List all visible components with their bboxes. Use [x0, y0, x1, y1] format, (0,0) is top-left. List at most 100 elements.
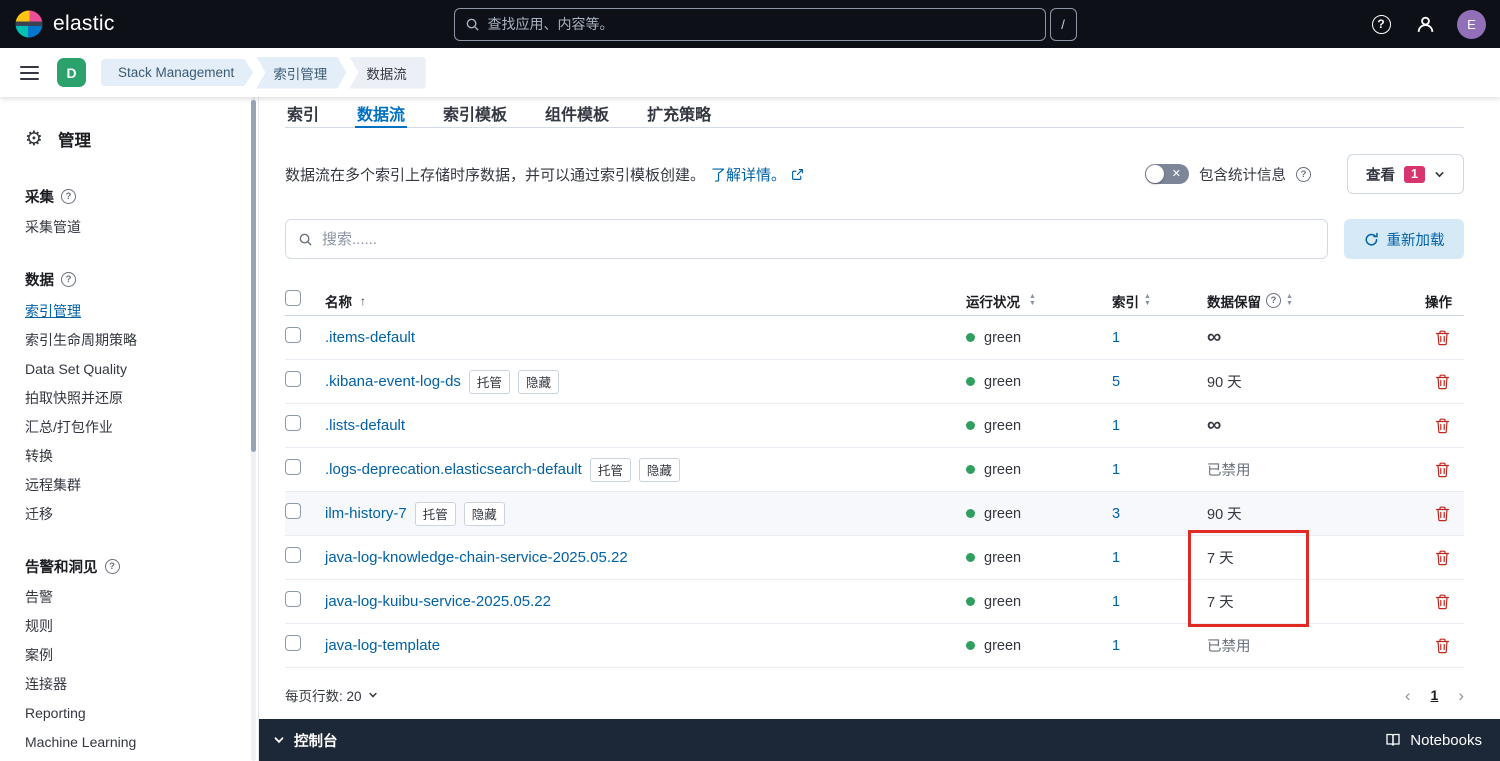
data-stream-link[interactable]: .lists-default	[325, 417, 405, 434]
sidebar-item-transforms[interactable]: 转换	[25, 441, 240, 470]
delete-button[interactable]	[1433, 460, 1452, 480]
global-search[interactable]	[453, 7, 1046, 41]
data-streams-search[interactable]	[285, 219, 1328, 259]
notebooks-button[interactable]: Notebooks	[1385, 732, 1482, 749]
column-header-indices[interactable]: 索引 ▲ ▼	[1104, 291, 1199, 311]
sidebar-item-connectors[interactable]: 连接器	[25, 670, 240, 699]
indices-count-link[interactable]: 1	[1112, 594, 1120, 610]
sidebar-item-index-management[interactable]: 索引管理	[25, 296, 240, 325]
row-checkbox[interactable]	[285, 415, 301, 431]
indices-count-link[interactable]: 5	[1112, 374, 1120, 390]
help-button[interactable]: ?	[1369, 12, 1393, 36]
data-stream-link[interactable]: java-log-kuibu-service-2025.05.22	[325, 593, 551, 610]
delete-button[interactable]	[1433, 416, 1452, 436]
sidebar-item-remote-clusters[interactable]: 远程集群	[25, 470, 240, 499]
info-icon[interactable]: ?	[61, 188, 76, 204]
view-filter-button[interactable]: 查看 1	[1347, 154, 1464, 194]
sidebar-scrollbar-thumb[interactable]	[251, 100, 256, 452]
delete-button[interactable]	[1433, 372, 1452, 392]
indices-count-link[interactable]: 3	[1112, 506, 1120, 522]
select-all-checkbox[interactable]	[285, 290, 301, 306]
pagination-bar: 每页行数: 20 ‹ 1 ›	[285, 685, 1464, 705]
section-heading-alerts-insights: 告警和洞见	[25, 559, 98, 576]
breadcrumb: Stack Management 索引管理 数据流	[101, 56, 426, 89]
tab-enrich-policies[interactable]: 扩充策略	[645, 97, 713, 127]
row-checkbox[interactable]	[285, 371, 301, 387]
sidebar-item-migrate[interactable]: 迁移	[25, 499, 240, 528]
indices-count-link[interactable]: 1	[1112, 550, 1120, 566]
column-header-actions: 操作	[1425, 294, 1452, 310]
column-header-health[interactable]: 运行状况 ▲ ▼	[954, 291, 1104, 311]
row-checkbox[interactable]	[285, 635, 301, 651]
data-stream-link[interactable]: java-log-template	[325, 637, 440, 654]
sidebar-item-rollup-jobs[interactable]: 汇总/打包作业	[25, 412, 240, 441]
tab-indices[interactable]: 索引	[285, 97, 321, 127]
tab-index-templates[interactable]: 索引模板	[441, 97, 509, 127]
tab-component-templates[interactable]: 组件模板	[543, 97, 611, 127]
column-header-name[interactable]: 名称 ↑	[325, 291, 954, 311]
indices-count-link[interactable]: 1	[1112, 462, 1120, 478]
info-icon[interactable]: ?	[1296, 166, 1311, 182]
health-status: green	[984, 549, 1022, 566]
reload-button[interactable]: 重新加载	[1344, 219, 1464, 259]
include-stats-toggle[interactable]: ✕	[1145, 164, 1189, 184]
sidebar-item-ilm-policies[interactable]: 索引生命周期策略	[25, 325, 240, 354]
console-toggle[interactable]: 控制台	[273, 730, 338, 751]
info-icon[interactable]: ?	[1266, 293, 1281, 308]
delete-button[interactable]	[1433, 592, 1452, 612]
previous-page-button[interactable]: ‹	[1405, 687, 1411, 704]
delete-button[interactable]	[1433, 328, 1452, 348]
data-stream-link[interactable]: .logs-deprecation.elasticsearch-default	[325, 461, 582, 478]
trash-icon	[1435, 638, 1450, 653]
row-checkbox[interactable]	[285, 547, 301, 563]
user-settings-button[interactable]	[1413, 12, 1437, 36]
indices-count-link[interactable]: 1	[1112, 638, 1120, 654]
delete-button[interactable]	[1433, 548, 1452, 568]
data-stream-link[interactable]: java-log-knowledge-chain-service-2025.05…	[325, 549, 628, 566]
sidebar-item-reporting[interactable]: Reporting	[25, 699, 240, 728]
sidebar-item-alerts[interactable]: 告警	[25, 583, 240, 612]
delete-button[interactable]	[1433, 636, 1452, 656]
row-checkbox[interactable]	[285, 327, 301, 343]
next-page-button[interactable]: ›	[1458, 687, 1464, 704]
delete-button[interactable]	[1433, 504, 1452, 524]
tab-data-streams[interactable]: 数据流	[355, 97, 408, 128]
breadcrumb-stack-management[interactable]: Stack Management	[101, 59, 253, 86]
sidebar-title: 管理	[57, 132, 91, 150]
trash-icon	[1435, 374, 1450, 389]
sidebar-item-rules[interactable]: 规则	[25, 612, 240, 641]
global-search-input[interactable]	[487, 16, 1035, 32]
sidebar-item-ingest-pipelines[interactable]: 采集管道	[25, 213, 240, 242]
breadcrumb-index-management[interactable]: 索引管理	[256, 57, 346, 89]
data-stream-link[interactable]: .kibana-event-log-ds	[325, 373, 461, 390]
learn-more-link[interactable]: 了解详情。	[711, 164, 804, 185]
row-checkbox[interactable]	[285, 591, 301, 607]
trash-icon	[1435, 550, 1450, 565]
retention-value: ∞	[1207, 414, 1222, 436]
include-stats-label: 包含统计信息	[1199, 167, 1286, 184]
indices-count-link[interactable]: 1	[1112, 418, 1120, 434]
sort-ascending-icon: ↑	[360, 293, 366, 308]
user-avatar[interactable]: E	[1457, 9, 1486, 39]
data-stream-link[interactable]: .items-default	[325, 329, 415, 346]
row-checkbox[interactable]	[285, 503, 301, 519]
menu-toggle-button[interactable]	[17, 62, 42, 84]
space-avatar[interactable]: D	[57, 58, 86, 87]
indices-count-link[interactable]: 1	[1112, 330, 1120, 346]
elastic-brand[interactable]: elastic	[14, 9, 194, 39]
column-header-retention[interactable]: 数据保留? ▲ ▼	[1199, 291, 1364, 311]
managed-badge: 托管	[589, 457, 631, 482]
page-number[interactable]: 1	[1431, 687, 1439, 703]
row-checkbox[interactable]	[285, 459, 301, 475]
rows-per-page-button[interactable]: 每页行数: 20	[285, 685, 378, 705]
info-icon[interactable]: ?	[104, 558, 120, 574]
sidebar-item-cases[interactable]: 案例	[25, 641, 240, 670]
sidebar-item-snapshot-restore[interactable]: 拍取快照并还原	[25, 383, 240, 412]
info-icon[interactable]: ?	[61, 272, 76, 287]
sidebar-item-data-set-quality[interactable]: Data Set Quality	[25, 354, 240, 383]
search-icon	[466, 18, 479, 31]
table-row: java-log-knowledge-chain-service-2025.05…	[285, 536, 1464, 580]
data-stream-link[interactable]: ilm-history-7	[325, 505, 407, 522]
data-streams-search-input[interactable]	[322, 230, 1315, 248]
sidebar-item-machine-learning[interactable]: Machine Learning	[25, 728, 240, 757]
